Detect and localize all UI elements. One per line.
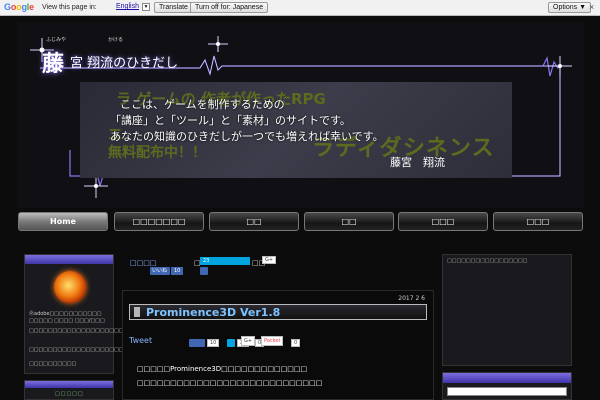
title-ruby-2: かける: [108, 37, 124, 43]
left-widget-2: □□□□□: [24, 380, 114, 400]
search-widget: [442, 372, 572, 400]
article-title-box: Prominence3D Ver1.8: [129, 304, 427, 320]
avatar[interactable]: [54, 271, 86, 303]
widget-header: [25, 255, 113, 264]
site-title[interactable]: ふじみや かける 藤 宮 翔流のひきだし: [42, 36, 242, 77]
facebook-like-button[interactable]: いいね: [150, 267, 170, 275]
profile-widget: Ⓡadobe□□□□□□□□□□□ □□□□□ □□□□ □□□/□□□ □□□…: [24, 254, 143, 374]
hatena-count[interactable]: 23: [200, 257, 250, 265]
widget-header: [25, 381, 113, 388]
profile-line-4: □□□□□□□□□□□□□□□□□□□□□□: [29, 347, 133, 353]
title-ruby-1: ふじみや: [46, 37, 67, 43]
social-share-top: □□□□ いいね 10 □ 23 □□ G+: [128, 256, 288, 276]
right-widget: □□□□□□□□□□□□□□□□□: [442, 254, 572, 366]
profile-line-2: □□□□□ □□□□ □□□/□□□: [29, 318, 105, 324]
right-widget-title: □□□□□□□□□□□□□□□□□: [447, 258, 528, 264]
left-widget-2-text: □□□□□: [55, 391, 84, 397]
pocket-count: 0: [291, 339, 301, 347]
post-date: 2017 2 6: [398, 295, 425, 302]
hero-banner[interactable]: ラ ゲームの 作者が作ったRPG エ 無料配布中！！ ラディダシネンス ここは、…: [80, 82, 512, 178]
hatena-icon[interactable]: [227, 339, 235, 347]
article-body-2: □□□□□□□□□□□□□□□□□□□□□□□□□□□□: [137, 379, 323, 387]
facebook-like-count: 10: [207, 339, 220, 347]
search-input[interactable]: [447, 387, 567, 396]
pocket-button[interactable]: Pocket: [261, 336, 284, 346]
title-text: 宮 翔流のひきだし: [70, 56, 179, 71]
hero-signature: 藤宮 翔流: [390, 156, 445, 169]
title-kanji: 藤: [42, 51, 65, 77]
gplus-button[interactable]: G+: [262, 256, 277, 264]
gplus-button[interactable]: G+: [241, 336, 256, 346]
article: 2017 2 6 Prominence3D Ver1.8 Tweet 10 23…: [122, 290, 434, 400]
facebook-like-button[interactable]: [189, 339, 205, 347]
hero-line-3: あなたの知識のひきだしが一つでも増えれば幸いです。: [110, 130, 384, 143]
nav-item-6[interactable]: □□□: [493, 212, 583, 231]
profile-line-3: □□□□□□□□□□□□□□□□□□□□□□□□: [29, 328, 143, 334]
profile-line-5: □□□□□□□□□□: [29, 361, 77, 367]
nav-home[interactable]: Home: [18, 212, 108, 231]
nav-item-2[interactable]: □□□□□□□: [114, 212, 204, 231]
article-title[interactable]: Prominence3D Ver1.8: [146, 306, 280, 319]
profile-line-1: Ⓡadobe□□□□□□□□□□□: [29, 311, 102, 317]
hatena-icon[interactable]: [200, 267, 208, 275]
nav-item-5[interactable]: □□□: [398, 212, 488, 231]
article-body-1: □□□□□Prominence3D□□□□□□□□□□□□□: [137, 365, 308, 373]
title-marker: [134, 307, 140, 317]
hero-line-1: ここは、ゲームを制作するための: [120, 98, 285, 111]
nav-item-4[interactable]: □□: [304, 212, 394, 231]
nav-item-3[interactable]: □□: [209, 212, 299, 231]
share-label[interactable]: □□□□: [130, 259, 156, 267]
hero-bg-text-3: 無料配布中！！: [108, 145, 206, 161]
facebook-like-count: 10: [171, 267, 184, 275]
widget-header: [443, 373, 571, 383]
tweet-button[interactable]: Tweet: [129, 336, 152, 345]
hero-line-2: 「講座」と「ツール」と「素材」のサイトです。: [110, 114, 351, 127]
